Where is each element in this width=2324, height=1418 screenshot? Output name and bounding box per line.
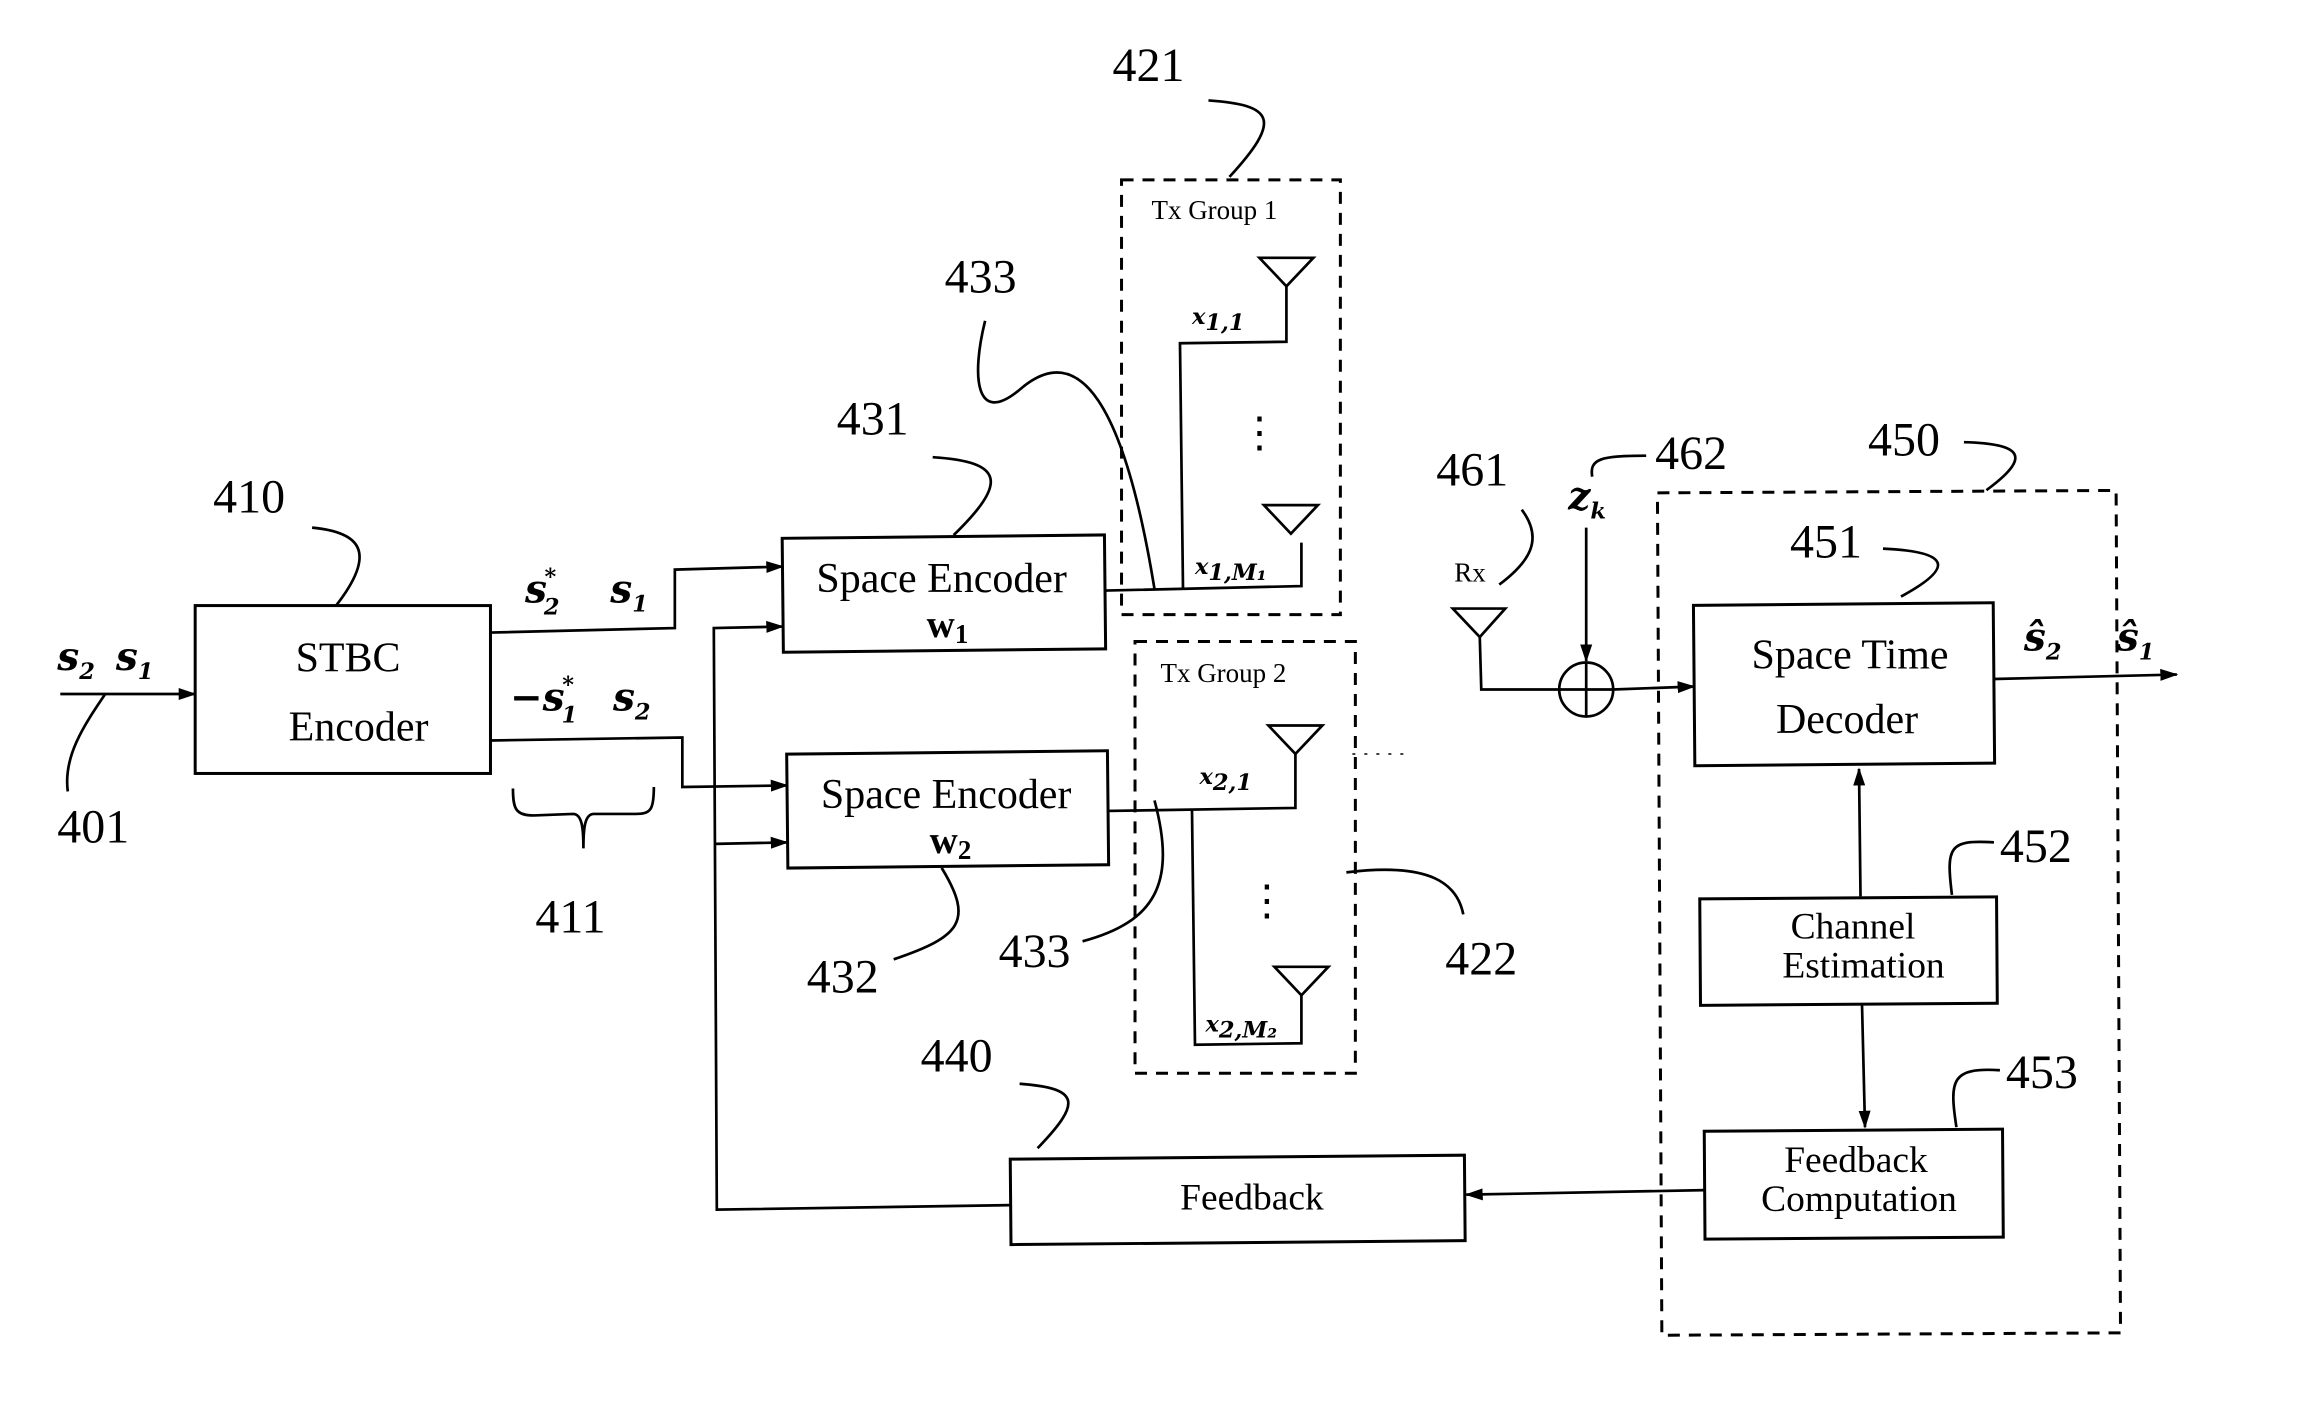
svg-text:x1,M₁: x1,M₁ (1194, 554, 1267, 586)
brace-411 (511, 786, 656, 849)
channel-estimation-line1: Channel (1791, 906, 1916, 947)
decoder-line1: Space Time (1751, 633, 1948, 679)
ref-432: 432 (807, 950, 879, 1003)
ref-431: 431 (837, 393, 909, 446)
svg-text:ŝ2: ŝ2 (2023, 615, 2062, 666)
weight-w2: w (930, 819, 958, 862)
ref-410: 410 (213, 471, 285, 524)
wire-group2-feed (1190, 809, 1303, 1047)
leader-440 (1019, 1082, 1070, 1150)
antenna-label-x21: x (1198, 764, 1213, 790)
receiver-antenna: Rx 461 (1436, 444, 1560, 691)
ref-462: 462 (1655, 427, 1727, 480)
leader-461 (1498, 508, 1534, 586)
wire-adder-to-decoder (1613, 681, 1696, 694)
input-symbol-s2: s (56, 634, 79, 680)
svg-text:s2s1: s2 s1 (56, 634, 153, 685)
receiver-group: 450 Space Time Decoder 451 ŝ2 ŝ1 Channel… (1655, 414, 2179, 1337)
wire-feedback-to-se2 (715, 836, 789, 849)
tx-group-2-title: Tx Group 2 (1161, 658, 1287, 688)
antenna-icon (1271, 965, 1332, 998)
leader-421 (1208, 99, 1266, 178)
ref-421: 421 (1113, 39, 1185, 92)
ref-452: 452 (2000, 820, 2072, 873)
wire-chest-to-fbcomp (1858, 1004, 1871, 1129)
output-s1-hat: ŝ (2116, 615, 2139, 661)
ref-451: 451 (1790, 516, 1862, 569)
antenna-label-x2M2: x (1204, 1011, 1219, 1037)
ref-411: 411 (535, 890, 605, 943)
antenna-icon (1260, 503, 1322, 536)
antenna-icon (1265, 724, 1326, 756)
leader-451 (1882, 547, 1940, 598)
leader-431 (932, 455, 993, 537)
svg-text:−s1*s2: −s1* s2 (510, 673, 651, 729)
feedback-computation: Feedback Computation 453 (1702, 1046, 2078, 1241)
space-time-decoder: Space Time Decoder 451 (1691, 516, 1997, 768)
leader-410 (311, 526, 361, 607)
stbc-encoder-line1: STBC (296, 636, 401, 682)
svg-text:x1,1: x1,1 (1191, 304, 1245, 336)
decoder-line2: Decoder (1776, 697, 1918, 743)
weight-w1: w (927, 603, 955, 646)
stbc-encoder-line2: Encoder (289, 704, 429, 750)
antenna-icon (1256, 256, 1317, 289)
ref-433-bottom: 433 (999, 925, 1071, 978)
svg-text:x2,M₂: x2,M₂ (1204, 1011, 1277, 1043)
stbc-output-top: s2* s1 (490, 561, 785, 634)
ref-450: 450 (1868, 414, 1940, 467)
ref-453: 453 (2006, 1046, 2078, 1099)
antenna-label-x11: x (1191, 304, 1206, 330)
stbc-encoder-block: STBC Encoder 410 (193, 471, 492, 775)
ref-433-top: 433 (945, 250, 1017, 303)
wire-stbc-to-se2 (490, 736, 789, 792)
leader-453 (1951, 1068, 2000, 1128)
output-s2-hat: ŝ (2023, 615, 2046, 661)
space-encoder-1-label: Space Encoder (816, 556, 1067, 602)
feedback-block: Feedback 440 (921, 1030, 1467, 1247)
tx-group-1: Tx Group 1 x1,1 x1,M₁ ⋮ 421 (1113, 39, 1342, 617)
feedback-computation-line2: Computation (1761, 1179, 1957, 1220)
antenna-label-x1M1: x (1194, 554, 1209, 580)
stbc-output-bottom: −s1* s2 411 (490, 673, 789, 943)
rx-label: Rx (1454, 558, 1486, 588)
feedback-computation-line1: Feedback (1784, 1140, 1928, 1181)
svg-text:s2*s1: s2* s1 (524, 565, 648, 621)
channel-estimation: Channel Estimation 452 (1698, 820, 2072, 1007)
antenna-ellipsis: ⋮ (1246, 878, 1288, 924)
leader-432 (893, 867, 960, 961)
wire-rx-to-adder (1478, 637, 1560, 691)
space-encoder-2-label: Space Encoder (821, 772, 1072, 818)
wire-fbcomp-to-feedback (1464, 1188, 1705, 1201)
svg-text:ŝ1: ŝ1 (2116, 615, 2155, 666)
leader-422 (1346, 868, 1465, 915)
channel-estimation-line2: Estimation (1782, 945, 1945, 986)
leader-401 (65, 693, 107, 792)
leader-452 (1948, 840, 1995, 896)
antenna-icon (1449, 607, 1509, 640)
wire-feedback-bus (712, 620, 1011, 1212)
ref-461: 461 (1436, 444, 1508, 497)
wire-decoder-output (1993, 668, 2179, 681)
svg-text:zk: zk (1567, 474, 1606, 525)
block-diagram: s2 s1 401 STBC Encoder 410 s2* s1 −s1* s2 4… (56, 39, 2179, 1337)
space-encoder-1: Space Encoder w1 431 (780, 393, 1108, 654)
ref-440: 440 (921, 1030, 993, 1083)
leader-450 (1963, 440, 2017, 492)
leader-462 (1590, 454, 1647, 477)
noise-symbol: z (1567, 474, 1591, 520)
tx-group-1-title: Tx Group 1 (1152, 195, 1278, 225)
wire-chest-to-decoder (1853, 767, 1866, 897)
ref-401: 401 (57, 800, 129, 853)
feedback-label: Feedback (1180, 1178, 1324, 1219)
svg-text:x2,1: x2,1 (1198, 764, 1251, 796)
antenna-ellipsis: ⋮ (1238, 411, 1280, 457)
ref-422: 422 (1445, 932, 1517, 985)
input-signal: s2 s1 401 (56, 634, 197, 853)
